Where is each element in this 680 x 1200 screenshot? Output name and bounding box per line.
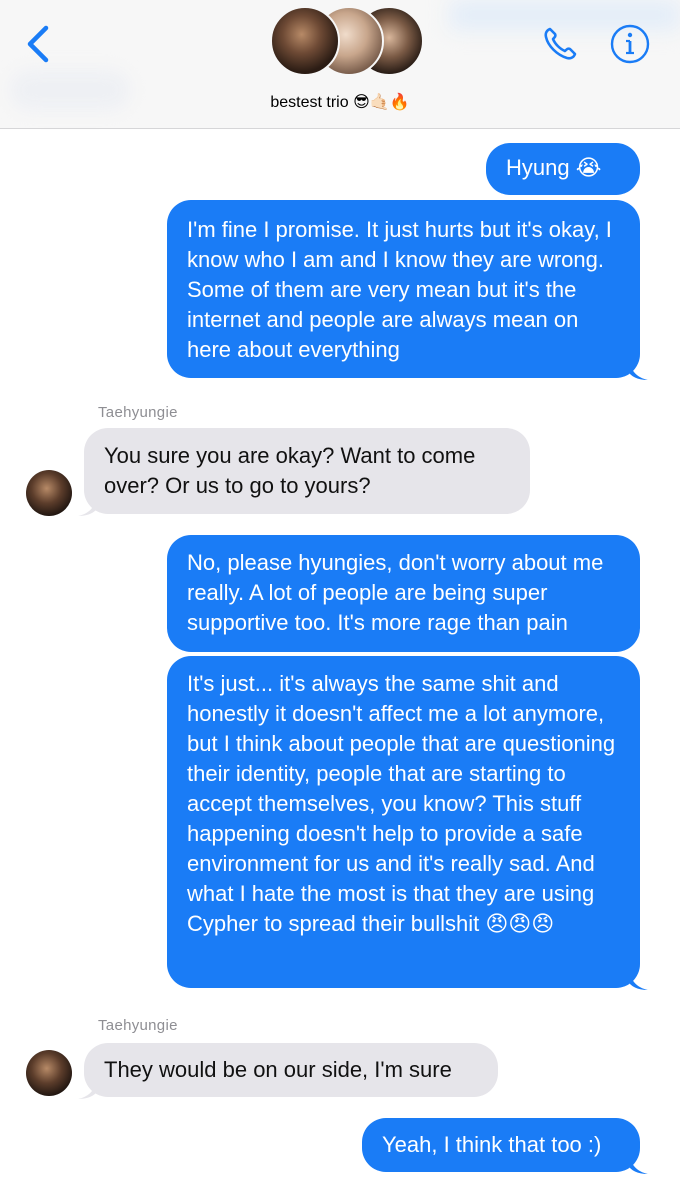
chat-header: bestest trio 😎🤙🏻🔥 [0,0,680,129]
avatar [270,6,340,76]
bubble-tail [630,1158,648,1174]
back-button[interactable] [20,22,60,66]
blurred-region [10,70,130,110]
bubble-tail [78,1083,96,1099]
outgoing-message[interactable]: I'm fine I promise. It just hurts but it… [167,200,640,378]
incoming-message[interactable]: You sure you are okay? Want to come over… [84,428,530,514]
bubble-tail [630,364,648,380]
outgoing-message[interactable]: It's just... it's always the same shit a… [167,656,640,988]
call-button[interactable] [538,22,582,66]
bubble-tail [630,974,648,990]
info-button[interactable] [608,22,652,66]
sender-name: Taehyungie [98,404,178,421]
avatar[interactable] [26,1050,72,1096]
sender-name: Taehyungie [98,1017,178,1034]
outgoing-message[interactable]: No, please hyungies, don't worry about m… [167,535,640,652]
chevron-left-icon [27,25,49,63]
info-icon [610,24,650,64]
bubble-tail [78,500,96,516]
group-avatars[interactable] [270,6,424,76]
outgoing-message[interactable]: Hyung 😭 [486,143,640,195]
avatar[interactable] [26,470,72,516]
outgoing-message[interactable]: Yeah, I think that too :) [362,1118,640,1172]
chat-title[interactable]: bestest trio 😎🤙🏻🔥 [200,92,480,112]
incoming-message[interactable]: They would be on our side, I'm sure [84,1043,498,1097]
phone-icon [544,27,577,60]
